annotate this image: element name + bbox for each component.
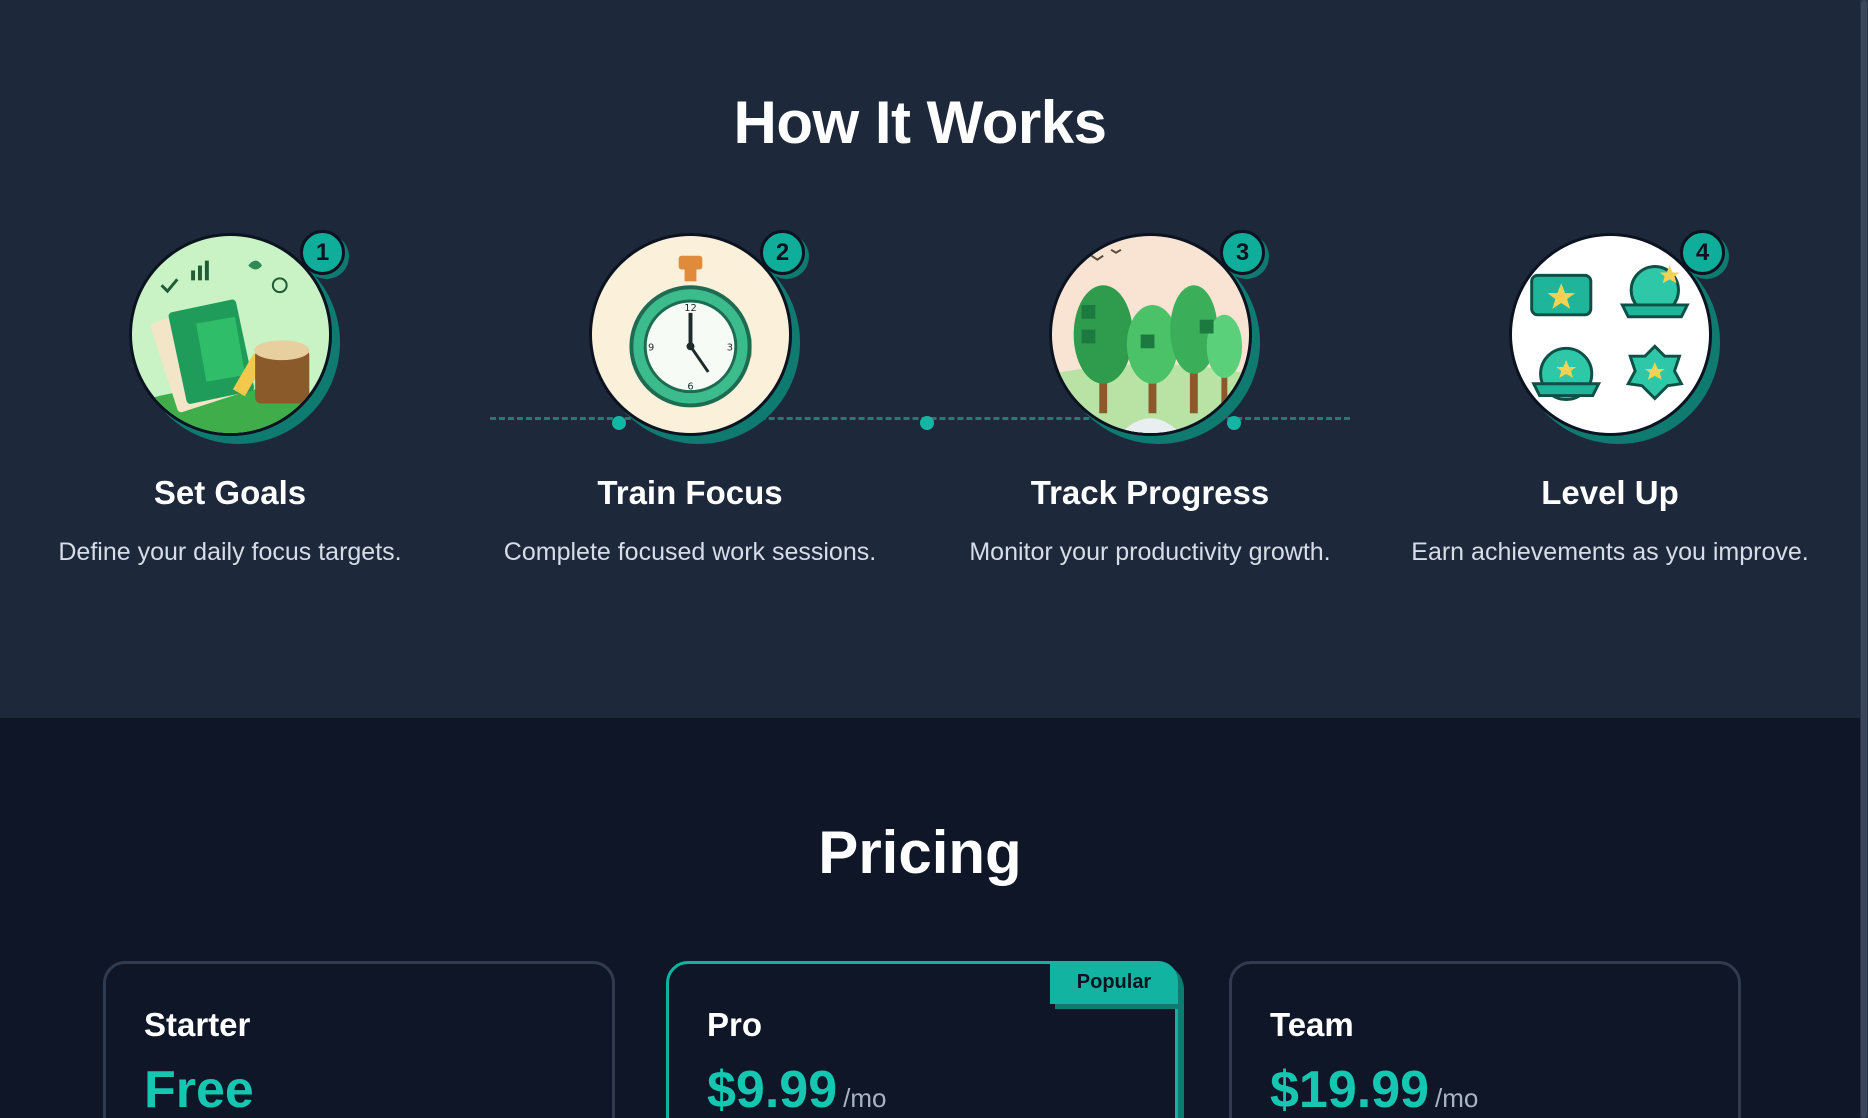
forest-illustration bbox=[1049, 233, 1252, 436]
step-title: Set Goals bbox=[153, 474, 307, 511]
price-amount: Free bbox=[144, 1061, 254, 1118]
step-title: Track Progress bbox=[1030, 474, 1270, 511]
step-description: Define your daily focus targets. bbox=[58, 538, 402, 566]
plan-price: $9.99/mo bbox=[707, 1060, 886, 1118]
pricing-card-pro[interactable]: Popular Pro $9.99/mo bbox=[666, 961, 1178, 1118]
svg-text:3: 3 bbox=[727, 342, 733, 353]
goals-illustration bbox=[129, 233, 332, 436]
pricing-card-team[interactable]: Team $19.99/mo bbox=[1229, 961, 1741, 1118]
svg-text:6: 6 bbox=[687, 382, 693, 393]
pricing-card-starter[interactable]: Starter Free bbox=[103, 961, 615, 1118]
svg-text:12: 12 bbox=[684, 303, 697, 314]
step-number-badge: 3 bbox=[1220, 230, 1265, 275]
step-description: Earn achievements as you improve. bbox=[1411, 538, 1809, 566]
step-number-badge: 4 bbox=[1680, 230, 1725, 275]
badges-illustration bbox=[1509, 233, 1712, 436]
plan-price: $19.99/mo bbox=[1270, 1060, 1478, 1118]
svg-text:9: 9 bbox=[648, 342, 654, 353]
pricing-section: Pricing Starter Free Popular Pro $9.99/m… bbox=[0, 718, 1860, 1118]
connector-dot bbox=[920, 416, 934, 430]
stopwatch-illustration: 12 3 6 9 bbox=[589, 233, 792, 436]
scrollbar-thumb[interactable] bbox=[1861, 0, 1867, 1118]
how-it-works-section: How It Works 1 Set Goals Define your dai… bbox=[0, 0, 1860, 718]
plan-name: Pro bbox=[707, 1006, 763, 1043]
price-period: /mo bbox=[843, 1083, 887, 1113]
price-period: /mo bbox=[1435, 1083, 1479, 1113]
section-title: How It Works bbox=[733, 89, 1107, 156]
connector-dot bbox=[612, 416, 626, 430]
price-amount: $9.99 bbox=[707, 1061, 838, 1118]
price-amount: $19.99 bbox=[1270, 1061, 1430, 1118]
step-title: Train Focus bbox=[597, 474, 783, 511]
connector-dot bbox=[1227, 416, 1241, 430]
plan-name: Team bbox=[1270, 1006, 1354, 1043]
step-number-badge: 1 bbox=[300, 230, 345, 275]
landing-page: How It Works 1 Set Goals Define your dai… bbox=[0, 0, 1860, 1118]
step-number-badge: 2 bbox=[760, 230, 805, 275]
plan-name: Starter bbox=[144, 1006, 251, 1043]
step-description: Monitor your productivity growth. bbox=[969, 538, 1331, 566]
step-description: Complete focused work sessions. bbox=[503, 538, 877, 566]
section-title: Pricing bbox=[818, 819, 1022, 886]
scrollbar[interactable] bbox=[1860, 0, 1868, 1118]
popular-badge: Popular bbox=[1050, 961, 1178, 1004]
step-title: Level Up bbox=[1541, 474, 1679, 511]
plan-price: Free bbox=[144, 1060, 260, 1118]
